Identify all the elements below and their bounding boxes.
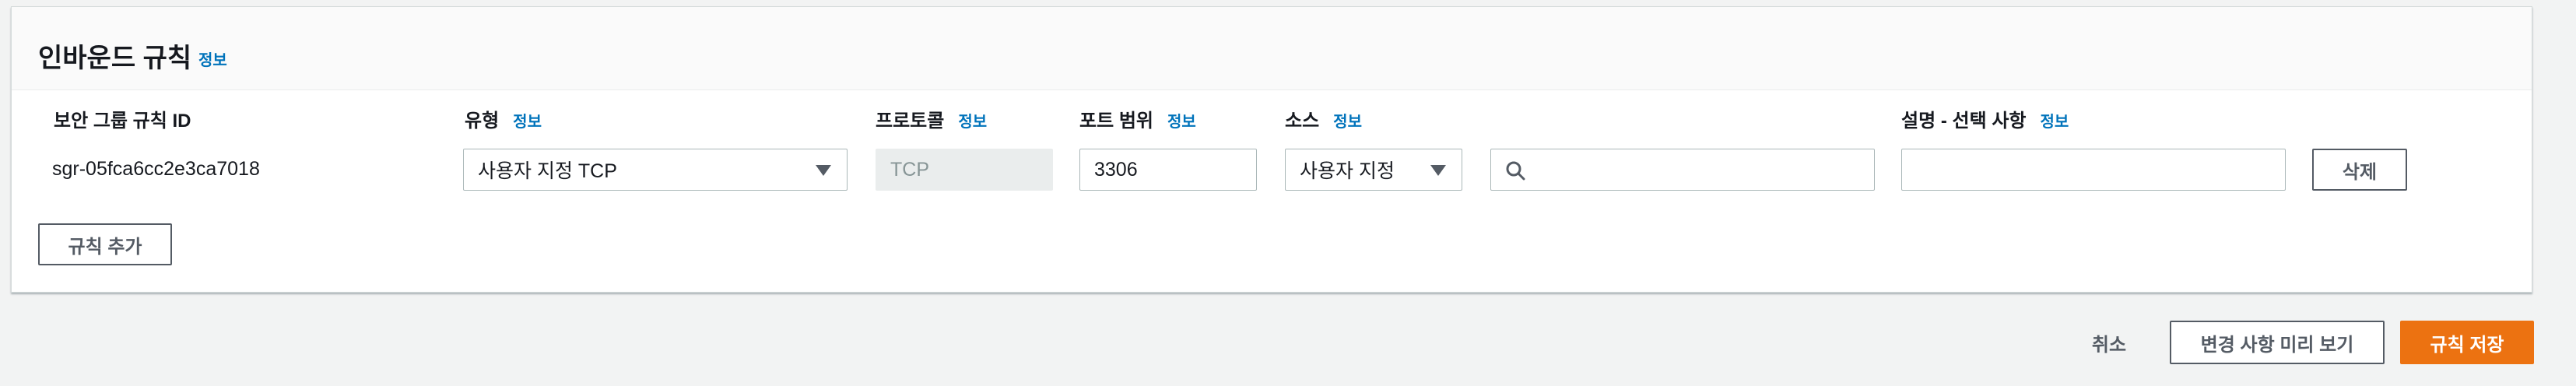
- col-label-text: 포트 범위: [1079, 111, 1153, 132]
- search-icon: [1506, 161, 1525, 181]
- protocol-field: TCP: [876, 149, 1053, 191]
- type-info-link[interactable]: 정보: [513, 109, 542, 132]
- inbound-rules-panel: 인바운드 규칙 정보 보안 그룹 규칙 ID 유형 정보 프로토콜 정보 포트 …: [11, 6, 2532, 293]
- source-search-input[interactable]: [1490, 149, 1875, 191]
- preview-changes-label: 변경 사항 미리 보기: [2200, 334, 2354, 356]
- delete-rule-label: 삭제: [2342, 161, 2378, 183]
- save-rules-button[interactable]: 규칙 저장: [2400, 321, 2534, 364]
- panel-title: 인바운드 규칙: [38, 44, 192, 73]
- panel-header: 인바운드 규칙 정보: [12, 7, 2532, 90]
- preview-changes-button[interactable]: 변경 사항 미리 보기: [2170, 321, 2385, 364]
- col-label-source: 소스 정보: [1285, 105, 1362, 132]
- delete-rule-button[interactable]: 삭제: [2312, 149, 2407, 191]
- cancel-label: 취소: [2091, 334, 2127, 356]
- panel-info-link[interactable]: 정보: [198, 47, 227, 70]
- add-rule-label: 규칙 추가: [68, 236, 142, 258]
- sg-rule-id: sgr-05fca6cc2e3ca7018: [52, 158, 260, 180]
- type-select[interactable]: 사용자 지정 TCP: [463, 149, 848, 191]
- col-label-port-range: 포트 범위 정보: [1079, 105, 1196, 132]
- col-label-text: 프로토콜: [876, 111, 945, 132]
- protocol-value: TCP: [890, 158, 929, 181]
- description-info-link[interactable]: 정보: [2040, 109, 2069, 132]
- caret-down-icon: [1430, 165, 1446, 176]
- description-input[interactable]: [1901, 149, 2286, 191]
- type-select-value: 사용자 지정 TCP: [478, 160, 617, 182]
- col-label-sg-rule-id: 보안 그룹 규칙 ID: [54, 105, 191, 132]
- port-range-info-link[interactable]: 정보: [1167, 109, 1196, 132]
- col-label-protocol: 프로토콜 정보: [876, 105, 987, 132]
- col-label-text: 보안 그룹 규칙 ID: [54, 111, 191, 132]
- source-info-link[interactable]: 정보: [1333, 109, 1362, 132]
- add-rule-button[interactable]: 규칙 추가: [38, 223, 172, 265]
- port-range-value: 3306: [1094, 158, 1138, 181]
- cancel-button[interactable]: 취소: [2070, 321, 2148, 364]
- col-label-text: 설명 - 선택 사항: [1901, 111, 2027, 132]
- source-type-select[interactable]: 사용자 지정: [1285, 149, 1462, 191]
- source-type-value: 사용자 지정: [1300, 160, 1395, 182]
- port-range-input[interactable]: 3306: [1079, 149, 1257, 191]
- protocol-info-link[interactable]: 정보: [958, 109, 987, 132]
- col-label-type: 유형 정보: [465, 105, 542, 132]
- save-rules-label: 규칙 저장: [2430, 334, 2504, 356]
- caret-down-icon: [816, 165, 831, 176]
- col-label-description: 설명 - 선택 사항 정보: [1901, 105, 2069, 132]
- col-label-text: 유형: [465, 111, 500, 132]
- col-label-text: 소스: [1285, 111, 1320, 132]
